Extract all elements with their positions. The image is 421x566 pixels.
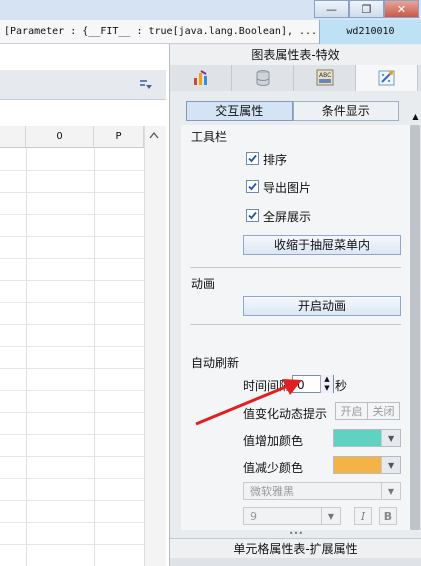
chart-type-icon bbox=[193, 70, 207, 85]
effects-icon bbox=[378, 70, 394, 86]
chevron-down-icon[interactable]: ▼ bbox=[381, 483, 400, 499]
grid-line bbox=[0, 456, 166, 457]
grid-line bbox=[0, 500, 166, 501]
sort-label: 排序 bbox=[263, 153, 288, 167]
grid-line bbox=[0, 258, 166, 259]
animation-section-heading: 动画 bbox=[191, 277, 216, 291]
svg-text:ABC: ABC bbox=[319, 72, 331, 79]
grid-line bbox=[0, 434, 166, 435]
decrease-color-swatch bbox=[334, 457, 382, 473]
checkmark-icon bbox=[248, 154, 257, 163]
increase-color-swatch bbox=[334, 430, 382, 446]
fullscreen-label: 全屏展示 bbox=[263, 210, 312, 224]
section-divider bbox=[190, 324, 401, 325]
bold-button[interactable]: B bbox=[379, 507, 397, 525]
collapse-to-drawer-button[interactable]: 收缩于抽屉菜单内 bbox=[243, 235, 401, 255]
section-divider bbox=[190, 267, 401, 268]
chevron-down-icon[interactable]: ▼ bbox=[381, 430, 400, 446]
grid-line bbox=[94, 148, 95, 566]
effects-subtabs: 交互属性 条件显示 bbox=[186, 101, 399, 121]
export-image-checkbox[interactable] bbox=[246, 180, 259, 193]
grid-line bbox=[0, 522, 166, 523]
spinner-arrows-icon[interactable]: ▲ ▼ bbox=[320, 375, 333, 393]
grid-line bbox=[0, 368, 166, 369]
filter-icon[interactable] bbox=[140, 80, 152, 90]
grid-line bbox=[0, 412, 166, 413]
chart-type-tab[interactable] bbox=[170, 65, 232, 91]
corner-cell bbox=[0, 126, 26, 148]
auto-refresh-heading: 自动刷新 bbox=[191, 356, 240, 370]
minimize-button[interactable]: — bbox=[314, 0, 349, 18]
style-icon: ABC bbox=[316, 69, 333, 86]
panel-scroll-thumb[interactable] bbox=[410, 125, 420, 530]
grid-line bbox=[0, 478, 166, 479]
grid-line bbox=[0, 324, 166, 325]
fullscreen-checkbox[interactable] bbox=[246, 209, 259, 222]
interval-unit: 秒 bbox=[335, 379, 348, 393]
export-image-label: 导出图片 bbox=[263, 181, 312, 195]
sheet-tab[interactable]: wd210010 bbox=[319, 20, 421, 44]
grid-line bbox=[0, 390, 166, 391]
panel-title: 图表属性表-特效 bbox=[170, 45, 421, 65]
style-tab[interactable]: ABC bbox=[294, 65, 356, 91]
change-hint-off[interactable]: 关闭 bbox=[368, 403, 399, 419]
grid-line bbox=[0, 346, 166, 347]
parameter-bar: [Parameter : {__FIT__ : true[java.lang.B… bbox=[0, 20, 319, 44]
panel-toolstrip: ABC bbox=[170, 65, 421, 91]
column-header-p[interactable]: P bbox=[94, 126, 144, 148]
grid-line bbox=[0, 192, 166, 193]
sheet-vertical-scrollbar[interactable] bbox=[144, 126, 166, 566]
grid-line bbox=[26, 148, 27, 566]
checkmark-icon bbox=[248, 211, 257, 220]
font-family-value: 微软雅黑 bbox=[250, 485, 294, 498]
grid-line bbox=[0, 302, 166, 303]
chevron-down-icon[interactable]: ▼ bbox=[321, 508, 340, 524]
data-tab[interactable] bbox=[232, 65, 294, 91]
bottom-toolstrip bbox=[170, 558, 421, 566]
decrease-color-picker[interactable]: ▼ bbox=[333, 456, 401, 474]
checkmark-icon bbox=[248, 182, 257, 191]
tab-condition-display[interactable]: 条件显示 bbox=[292, 101, 399, 121]
window-controls: — ❐ ✕ bbox=[314, 0, 421, 19]
tab-interaction[interactable]: 交互属性 bbox=[186, 101, 293, 121]
close-button[interactable]: ✕ bbox=[384, 0, 419, 18]
cell-properties-title: 单元格属性表-扩展属性 bbox=[170, 538, 421, 558]
scroll-up-icon[interactable]: ▲ bbox=[410, 112, 421, 125]
grid-line bbox=[0, 544, 166, 545]
font-size-value: 9 bbox=[250, 510, 257, 523]
sort-checkbox[interactable] bbox=[246, 152, 259, 165]
change-hint-on[interactable]: 开启 bbox=[336, 403, 368, 419]
grid-line bbox=[0, 280, 166, 281]
decrease-color-label: 值减少颜色 bbox=[243, 461, 304, 475]
italic-button[interactable]: I bbox=[354, 507, 372, 525]
font-family-select[interactable]: 微软雅黑 ▼ bbox=[243, 482, 401, 500]
increase-color-picker[interactable]: ▼ bbox=[333, 429, 401, 447]
enable-animation-button[interactable]: 开启动画 bbox=[243, 296, 401, 316]
annotation-arrow bbox=[195, 379, 302, 426]
toolbar-section-heading: 工具栏 bbox=[191, 130, 228, 144]
grid-line bbox=[0, 214, 166, 215]
scroll-up-icon[interactable] bbox=[149, 131, 159, 139]
effects-tab[interactable] bbox=[356, 65, 418, 91]
change-hint-toggle[interactable]: 开启 关闭 bbox=[335, 402, 400, 420]
font-size-select[interactable]: 9 ▼ bbox=[243, 507, 341, 525]
database-icon bbox=[256, 70, 269, 86]
splitter-handle[interactable]: ••• bbox=[286, 530, 306, 538]
increase-color-label: 值增加颜色 bbox=[243, 434, 304, 448]
column-header-o[interactable]: 0 bbox=[26, 126, 94, 148]
grid-line bbox=[0, 170, 166, 171]
grid-line bbox=[0, 236, 166, 237]
restore-button[interactable]: ❐ bbox=[349, 0, 384, 18]
chevron-down-icon[interactable]: ▼ bbox=[381, 457, 400, 473]
